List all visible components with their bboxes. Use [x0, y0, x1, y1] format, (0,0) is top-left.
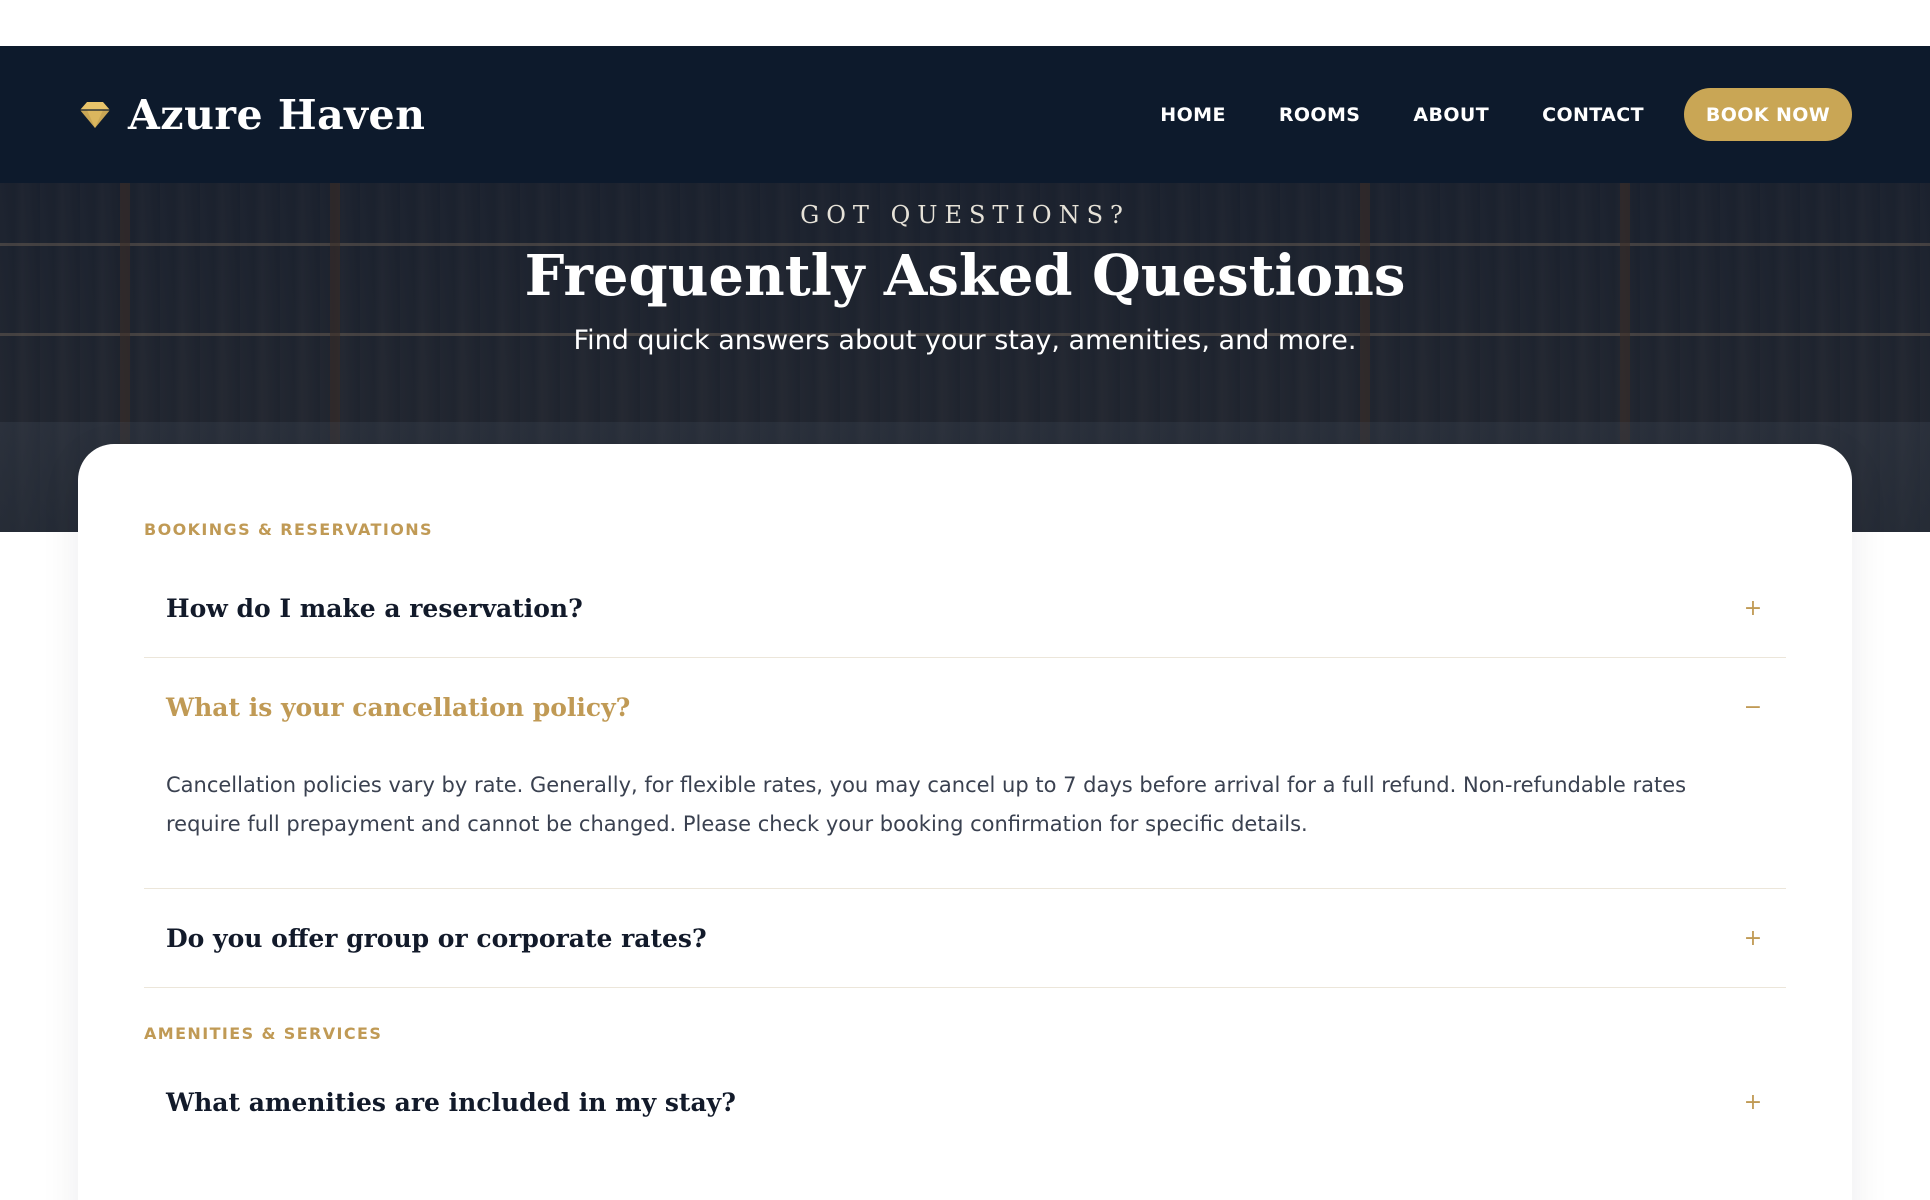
page: Azure Haven HOME ROOMS ABOUT CONTACT BOO…: [0, 0, 1930, 1200]
faq-list-amenities: What amenities are included in my stay? …: [144, 1053, 1786, 1151]
book-now-button[interactable]: BOOK NOW: [1684, 88, 1852, 141]
faq-item: What amenities are included in my stay? …: [144, 1053, 1786, 1151]
plus-icon[interactable]: +: [1742, 926, 1764, 951]
faq-question-cancellation[interactable]: What is your cancellation policy? −: [144, 658, 1786, 756]
nav-contact[interactable]: CONTACT: [1542, 104, 1644, 126]
minus-icon[interactable]: −: [1742, 695, 1764, 720]
faq-question-text: What is your cancellation policy?: [166, 692, 631, 722]
nav-home[interactable]: HOME: [1160, 104, 1226, 126]
faq-item: Do you offer group or corporate rates? +: [144, 889, 1786, 988]
nav-rooms[interactable]: ROOMS: [1279, 104, 1361, 126]
faq-card: BOOKINGS & RESERVATIONS How do I make a …: [78, 444, 1852, 1200]
plus-icon[interactable]: +: [1742, 596, 1764, 621]
hero-eyebrow: GOT QUESTIONS?: [800, 201, 1130, 229]
hero-content: GOT QUESTIONS? Frequently Asked Question…: [0, 183, 1930, 356]
brand-name: Azure Haven: [128, 90, 426, 139]
faq-list-bookings: How do I make a reservation? + What is y…: [144, 559, 1786, 988]
faq-answer: Cancellation policies vary by rate. Gene…: [166, 773, 1687, 836]
faq-question-amenities[interactable]: What amenities are included in my stay? …: [144, 1053, 1786, 1151]
nav-about[interactable]: ABOUT: [1413, 104, 1489, 126]
brand[interactable]: Azure Haven: [78, 91, 425, 139]
plus-icon[interactable]: +: [1742, 1090, 1764, 1115]
section-label-amenities: AMENITIES & SERVICES: [144, 1024, 383, 1043]
faq-question-reservation[interactable]: How do I make a reservation? +: [144, 559, 1786, 657]
site-header: Azure Haven HOME ROOMS ABOUT CONTACT BOO…: [0, 46, 1930, 183]
faq-item: How do I make a reservation? +: [144, 559, 1786, 658]
faq-item: What is your cancellation policy? − Canc…: [144, 658, 1786, 889]
main-nav: HOME ROOMS ABOUT CONTACT BOOK NOW: [1107, 88, 1852, 141]
faq-question-group-rates[interactable]: Do you offer group or corporate rates? +: [144, 889, 1786, 987]
hero-subtitle: Find quick answers about your stay, amen…: [573, 325, 1357, 356]
diamond-icon: [78, 100, 112, 130]
faq-question-text: How do I make a reservation?: [166, 593, 583, 623]
faq-question-text: Do you offer group or corporate rates?: [166, 923, 707, 953]
faq-question-text: What amenities are included in my stay?: [166, 1087, 736, 1117]
section-label-bookings: BOOKINGS & RESERVATIONS: [144, 520, 433, 539]
page-title: Frequently Asked Questions: [524, 243, 1406, 309]
